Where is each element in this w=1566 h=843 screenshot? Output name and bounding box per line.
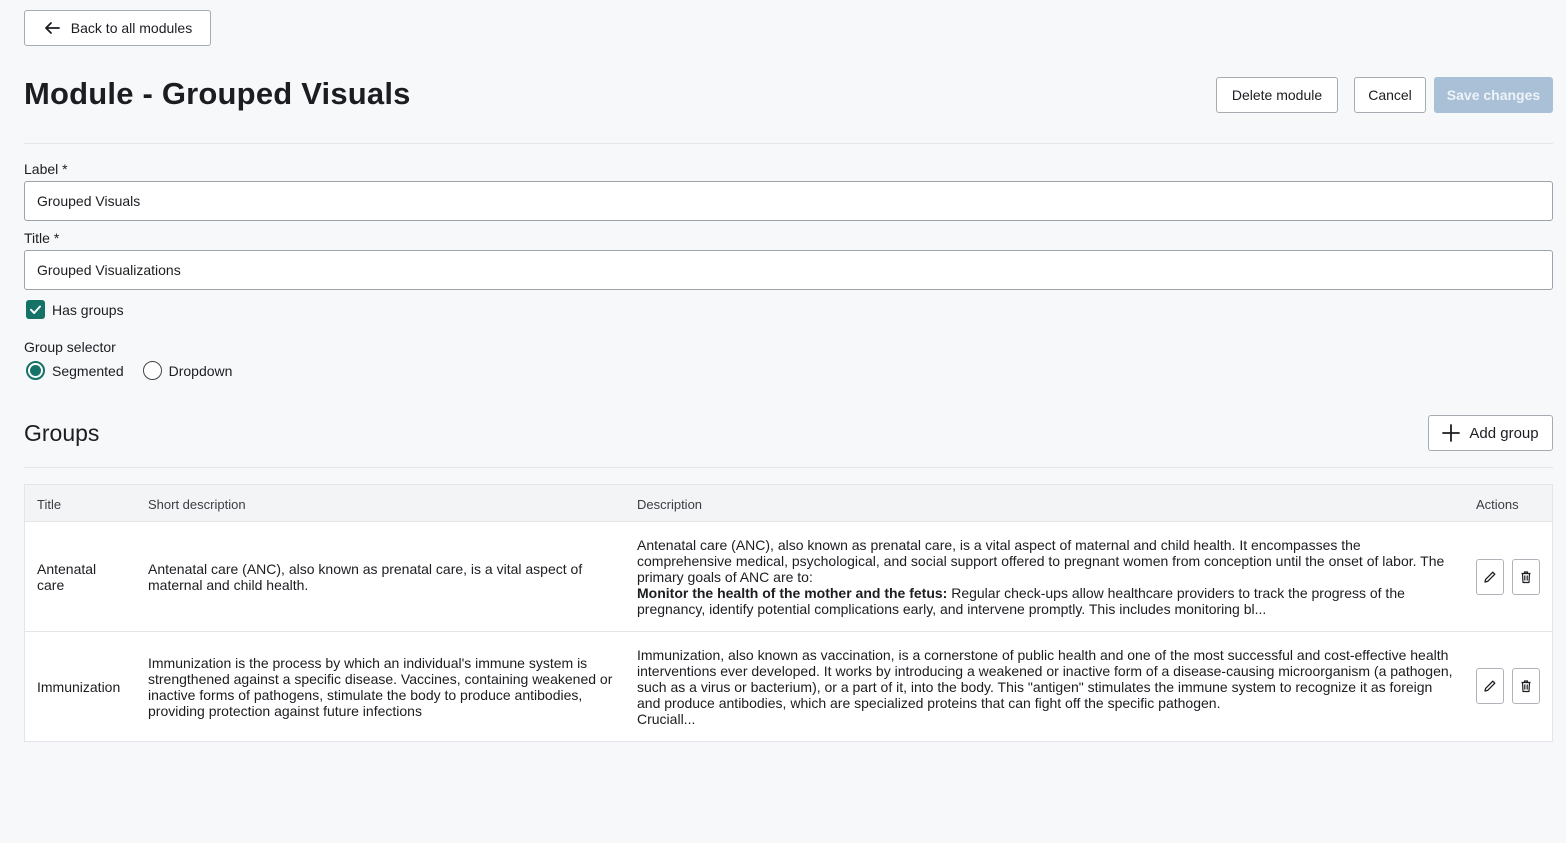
radio-segmented[interactable] [26, 361, 45, 380]
pencil-icon [1484, 680, 1496, 692]
groups-section-title: Groups [24, 420, 100, 446]
add-group-label: Add group [1469, 424, 1539, 442]
has-groups-checkbox-row[interactable]: Has groups [26, 300, 124, 319]
column-header-description: Description [637, 497, 703, 512]
back-label: Back to all modules [70, 20, 193, 36]
checkmark-icon [30, 305, 41, 314]
radio-dropdown-label: Dropdown [168, 362, 233, 379]
table-row: Antenatal care Antenatal care (ANC), als… [25, 522, 1552, 632]
arrow-left-icon [44, 22, 60, 34]
row-short-description-text: Immunization is the process by which an … [148, 654, 613, 719]
row-description-text: Immunization, also known as vaccination,… [637, 647, 1457, 727]
row-short-description-text: Antenatal care (ANC), also known as pren… [148, 561, 583, 593]
column-header-actions: Actions [1476, 497, 1519, 512]
column-header-title: Title [37, 497, 62, 512]
groups-divider [24, 467, 1553, 468]
title-input[interactable] [24, 250, 1553, 290]
row-title: Immunization [37, 632, 137, 741]
delete-group-button[interactable] [1512, 668, 1540, 704]
row-title-text: Immunization [37, 678, 121, 695]
group-selector-label: Group selector [24, 339, 116, 355]
radio-option-segmented[interactable]: Segmented [26, 361, 124, 380]
column-header-short-description: Short description [148, 497, 246, 512]
row-description-text: Antenatal care (ANC), also known as pren… [637, 537, 1457, 617]
back-to-modules-button[interactable]: Back to all modules [24, 10, 211, 46]
row-description-intro: Antenatal care (ANC), also known as pren… [637, 537, 1445, 585]
trash-icon [1521, 680, 1531, 693]
add-group-button[interactable]: Add group [1428, 415, 1553, 451]
trash-icon [1521, 571, 1531, 584]
row-short-description: Antenatal care (ANC), also known as pren… [148, 522, 618, 632]
delete-module-button[interactable]: Delete module [1216, 77, 1338, 113]
row-description: Immunization, also known as vaccination,… [637, 632, 1457, 741]
title-field-label: Title * [24, 230, 60, 246]
row-description-intro: Immunization, also known as vaccination,… [637, 646, 1453, 711]
radio-option-dropdown[interactable]: Dropdown [142, 361, 233, 380]
groups-table: Title Short description Description Acti… [24, 484, 1553, 742]
pencil-icon [1484, 571, 1496, 583]
table-header: Title Short description Description Acti… [25, 485, 1552, 522]
plus-icon [1442, 424, 1461, 442]
header-divider [24, 143, 1553, 144]
delete-group-button[interactable] [1512, 559, 1540, 595]
radio-dropdown[interactable] [142, 361, 162, 380]
row-title-text: Antenatal care [37, 561, 97, 593]
row-description-tail: Cruciall... [637, 710, 696, 727]
group-selector-radio-group: Segmented Dropdown [26, 361, 251, 380]
label-field-label: Label * [24, 161, 68, 177]
row-description-bold: Monitor the health of the mother and the… [637, 585, 948, 601]
row-short-description: Immunization is the process by which an … [148, 632, 618, 741]
table-row: Immunization Immunization is the process… [25, 632, 1552, 741]
row-description: Antenatal care (ANC), also known as pren… [637, 522, 1457, 632]
edit-group-button[interactable] [1476, 559, 1504, 595]
page-title: Module - Grouped Visuals [24, 76, 411, 111]
edit-group-button[interactable] [1476, 668, 1504, 704]
cancel-button[interactable]: Cancel [1354, 77, 1426, 113]
has-groups-checkbox[interactable] [26, 300, 45, 319]
row-title: Antenatal care [37, 522, 127, 632]
radio-segmented-label: Segmented [52, 362, 124, 379]
save-changes-button[interactable]: Save changes [1434, 77, 1553, 113]
label-input[interactable] [24, 181, 1553, 221]
has-groups-label: Has groups [52, 301, 124, 318]
